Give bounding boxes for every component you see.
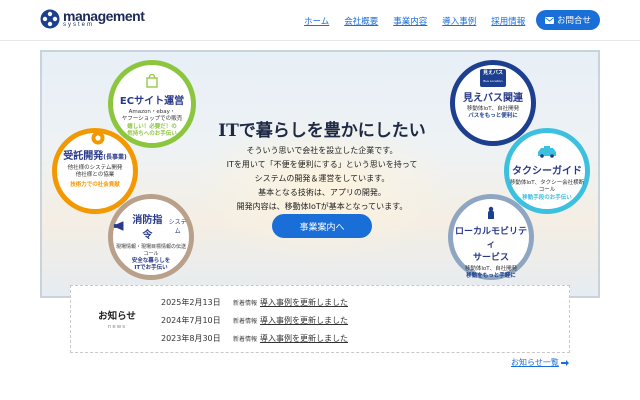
site-logo[interactable]: management system <box>40 8 145 29</box>
logo-main-text: management <box>63 8 145 24</box>
news-date: 2023年8月30日 <box>161 333 221 343</box>
site-header: management system ホーム 会社概要 事業内容 導入事例 採用情… <box>0 0 640 41</box>
news-date: 2025年2月13日 <box>161 297 221 307</box>
news-title: お知らせ <box>98 311 136 322</box>
main-nav: ホーム 会社概要 事業内容 導入事例 採用情報 <box>304 15 540 27</box>
nav-recruit[interactable]: 採用情報 <box>491 15 525 27</box>
contact-button[interactable]: お問合せ <box>536 10 600 30</box>
news-link[interactable]: 導入事例を更新しました <box>260 315 348 326</box>
circle-fire-em-1: 安全な暮らしを <box>131 257 171 264</box>
arrow-right-icon <box>560 359 569 366</box>
news-item: 2023年8月30日 新着情報 導入事例を更新しました <box>161 332 348 344</box>
news-box: お知らせ news 2025年2月13日 新着情報 導入事例を更新しました 20… <box>70 285 570 353</box>
circle-mobility-title-1: ローカルモビリティ <box>454 227 527 250</box>
nav-business[interactable]: 事業内容 <box>393 15 427 27</box>
news-link[interactable]: 導入事例を更新しました <box>260 333 348 344</box>
hero-text: そういう思いで会社を設立した企業です。 ITを用いて「不便を便利にする」という思… <box>42 144 598 214</box>
circle-fire-desc-2: コール <box>143 250 159 257</box>
news-link[interactable]: 導入事例を更新しました <box>260 297 348 308</box>
circle-fire-title: 消防指令 システム <box>113 211 189 241</box>
mail-icon <box>544 16 554 24</box>
news-item: 2024年7月10日 新着情報 導入事例を更新しました <box>161 314 348 326</box>
news-list-link[interactable]: お知らせ一覧 <box>511 357 569 368</box>
circle-ec-title: ECサイト運営 <box>119 96 185 107</box>
logo-mark-icon <box>40 9 60 29</box>
bus-badge-sub: Bus Location <box>483 79 503 83</box>
circle-mobility-title-2: サービス <box>472 253 509 263</box>
news-list-label: お知らせ一覧 <box>511 358 559 367</box>
bus-badge-icon: 見えバス Bus Location <box>480 69 506 87</box>
circle-fire-title-suffix: システム <box>168 219 187 235</box>
news-category: 新着情報 <box>233 335 258 343</box>
news-category: 新着情報 <box>233 299 258 307</box>
news-subtitle: news <box>107 324 127 330</box>
hero-line-2: ITを用いて「不便を便利にする」という思いを持って <box>226 160 418 169</box>
circle-fire-desc-1: 現場情報・現場目標情報の伝送 <box>115 244 186 250</box>
nav-company[interactable]: 会社概要 <box>344 15 378 27</box>
megaphone-icon <box>113 221 124 231</box>
nav-home[interactable]: ホーム <box>304 15 329 27</box>
news-item: 2025年2月13日 新着情報 導入事例を更新しました <box>161 296 348 308</box>
bus-badge-text: 見えバス <box>482 70 503 76</box>
contact-label: お問合せ <box>556 16 591 26</box>
business-button[interactable]: 事業案内へ <box>272 214 372 238</box>
hero-section: ECサイト運営 Amazon・ebay・ ヤフーショップでの販売 嬉しい！必要だ… <box>40 50 600 298</box>
nav-cases[interactable]: 導入事例 <box>442 15 476 27</box>
circle-bus-title: 見えバス関連 <box>463 93 523 104</box>
news-heading: お知らせ news <box>97 308 137 330</box>
hero-line-4: 基本となる技術は、アプリの開発。 <box>258 188 386 197</box>
shopping-bag-icon <box>146 73 158 88</box>
hero-line-5: 開発内容は、移動体IoTが基本となっています。 <box>236 202 408 211</box>
hero-line-3: システムの開発＆運営をしています。 <box>254 174 390 183</box>
news-date: 2024年7月10日 <box>161 315 221 325</box>
circle-fire-title-text: 消防指令 <box>132 215 163 241</box>
news-category: 新着情報 <box>233 317 258 325</box>
hero-line-1: そういう思いで会社を設立した企業です。 <box>246 146 398 155</box>
circle-fire-em-2: ITでお手伝い <box>134 264 168 271</box>
circle-mobility-em: 移動をもっと手軽に <box>466 273 516 280</box>
hero-title: ITで暮らしを豊かにしたい <box>218 121 426 141</box>
